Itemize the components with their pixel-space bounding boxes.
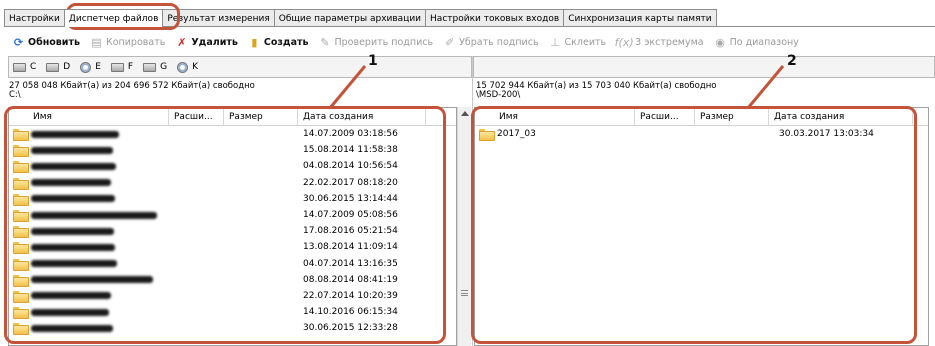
tab-file-manager[interactable]: Диспетчер файлов [63, 9, 164, 27]
arrow-1 [328, 65, 367, 109]
arrow-2 [746, 65, 785, 109]
callout-arrows [328, 65, 785, 109]
